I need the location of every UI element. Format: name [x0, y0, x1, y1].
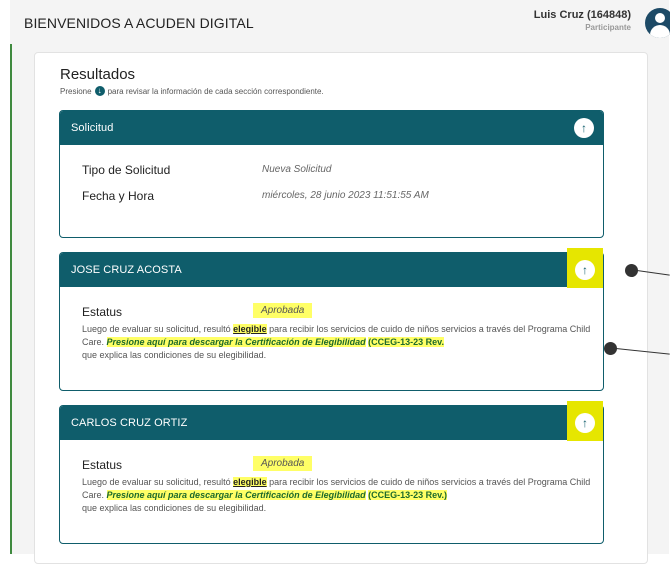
- status-badge: Aprobada: [253, 456, 313, 471]
- participant-name: CARLOS CRUZ ORTIZ: [71, 417, 188, 429]
- status-badge: Aprobada: [253, 303, 313, 318]
- avatar-head: [655, 13, 665, 23]
- certification-code: (CCEG-13-23 Rev.: [368, 337, 444, 347]
- solicitud-card: Solicitud ↑ Tipo de Solicitud Nueva Soli…: [59, 110, 604, 238]
- solicitud-date-value: miércoles, 28 junio 2023 11:51:55 AM: [262, 190, 429, 201]
- avatar-body: [650, 25, 670, 38]
- solicitud-card-title: Solicitud: [71, 122, 114, 134]
- arrow-up-circle-icon[interactable]: ↑: [575, 413, 595, 433]
- results-hint: Presione ↓ para revisar la información d…: [60, 86, 324, 96]
- participant-card-header[interactable]: CARLOS CRUZ ORTIZ ↑: [60, 401, 603, 441]
- desc-part-1: Luego de evaluar su solicitud, resultó: [82, 477, 231, 487]
- user-role: Participante: [585, 23, 631, 32]
- download-certification-link[interactable]: Presione aquí para descargar la Certific…: [106, 337, 366, 347]
- results-title: Resultados: [60, 66, 136, 83]
- certification-code: (CCEG-13-23 Rev.): [368, 490, 447, 500]
- user-name[interactable]: Luis Cruz (164848): [534, 9, 631, 21]
- app-header: BIENVENIDOS A ACUDEN DIGITAL Luis Cruz (…: [10, 0, 670, 44]
- arrow-down-circle-icon: ↓: [94, 86, 105, 96]
- download-certification-link[interactable]: Presione aquí para descargar la Certific…: [106, 490, 366, 500]
- participant-card: JOSE CRUZ ACOSTA ↑ Estatus Aprobada Lueg…: [59, 248, 604, 391]
- desc-part-3: que explica las condiciones de su elegib…: [82, 503, 267, 513]
- status-label: Estatus: [82, 305, 123, 319]
- participant-card-header[interactable]: JOSE CRUZ ACOSTA ↑: [60, 248, 603, 288]
- participant-card: CARLOS CRUZ ORTIZ ↑ Estatus Aprobada Lue…: [59, 401, 604, 544]
- solicitud-date-label: Fecha y Hora: [82, 189, 155, 203]
- status-label: Estatus: [82, 458, 123, 472]
- elegible-text: elegible: [233, 324, 267, 334]
- toggle-highlight: ↑: [567, 248, 603, 288]
- eligibility-description: Luego de evaluar su solicitud, resultó e…: [82, 476, 602, 515]
- desc-part-3: que explica las condiciones de su elegib…: [82, 350, 267, 360]
- eligibility-description: Luego de evaluar su solicitud, resultó e…: [82, 323, 602, 362]
- desc-part-1: Luego de evaluar su solicitud, resultó: [82, 324, 231, 334]
- app-title: BIENVENIDOS A ACUDEN DIGITAL: [24, 15, 254, 31]
- user-avatar-icon[interactable]: [645, 8, 670, 38]
- hint-text-before: Presione: [60, 86, 92, 96]
- solicitud-type-value: Nueva Solicitud: [262, 164, 332, 175]
- elegible-text: elegible: [233, 477, 267, 487]
- solicitud-card-header[interactable]: Solicitud ↑: [60, 111, 603, 145]
- arrow-up-circle-icon[interactable]: ↑: [574, 118, 594, 138]
- hint-text-after: para revisar la información de cada secc…: [107, 86, 324, 96]
- participant-name: JOSE CRUZ ACOSTA: [71, 264, 182, 276]
- toggle-highlight: ↑: [567, 401, 603, 441]
- solicitud-type-label: Tipo de Solicitud: [82, 163, 171, 177]
- arrow-up-circle-icon[interactable]: ↑: [575, 260, 595, 280]
